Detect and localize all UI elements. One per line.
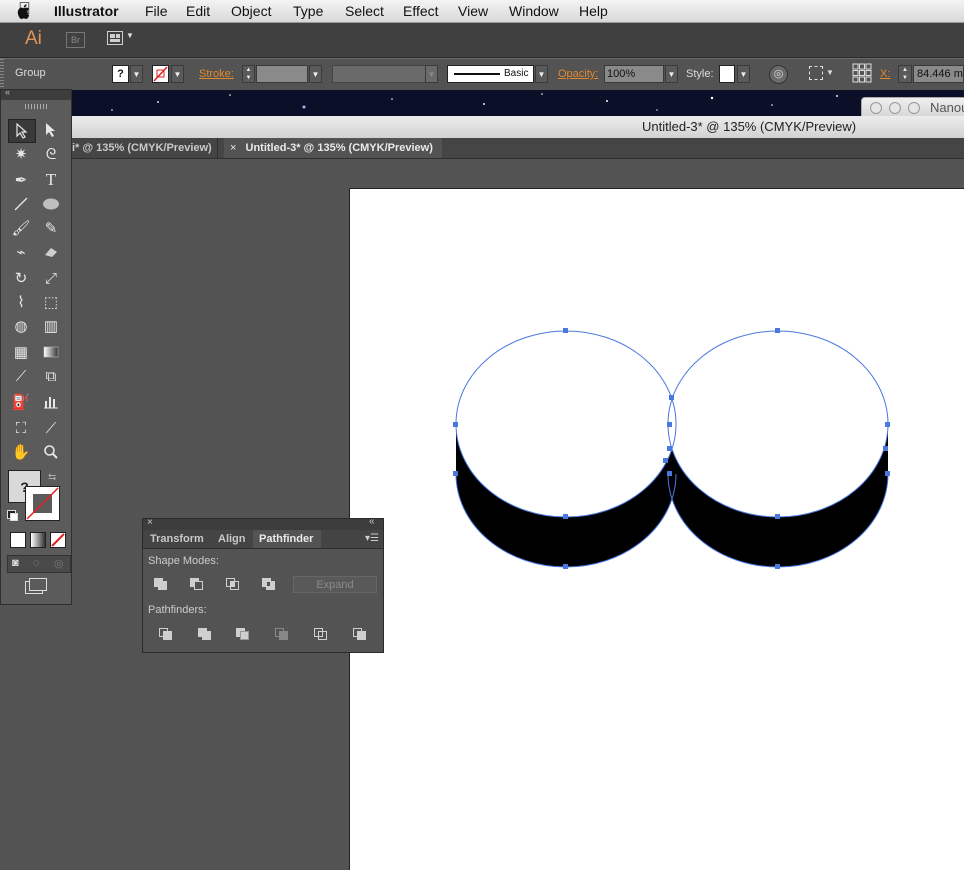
eraser-tool-icon[interactable] <box>38 241 64 263</box>
screen-mode-icon[interactable] <box>25 578 47 594</box>
right-ellipse[interactable] <box>668 331 888 517</box>
mesh-tool-icon[interactable]: ▦ <box>8 341 34 363</box>
blend-tool-icon[interactable]: ⧉ <box>38 365 64 387</box>
exclude-icon[interactable] <box>261 577 277 591</box>
perspective-grid-tool-icon[interactable]: ▥ <box>38 315 64 337</box>
crop-icon[interactable] <box>274 627 290 641</box>
merge-icon[interactable] <box>235 627 251 641</box>
scale-tool-icon[interactable]: ⤢ <box>38 267 64 289</box>
color-mode-icon[interactable] <box>10 532 26 548</box>
stroke-color-box[interactable] <box>25 486 60 521</box>
tools-panel: « ✷ ᘓ ✒ T 🖌 ✎ ⌁ ↻ ⤢ ⌇ ⬚ ◍ ▥ ▦ ⟋ ⧉ ⛽ ⛶ ⟋ … <box>0 87 72 605</box>
tools-panel-header[interactable]: « <box>1 87 71 100</box>
hand-tool-icon[interactable]: ✋ <box>8 441 34 463</box>
pen-tool-icon[interactable]: ✒ <box>8 169 34 191</box>
artwork-layer[interactable] <box>0 0 964 869</box>
shape-builder-tool-icon[interactable]: ◍ <box>8 315 34 337</box>
paintbrush-tool-icon[interactable]: 🖌 <box>8 217 34 239</box>
divide-icon[interactable] <box>158 627 174 641</box>
draw-inside-icon[interactable]: ◎ <box>54 557 64 570</box>
zoom-tool-icon[interactable] <box>38 441 64 463</box>
tab-transform[interactable]: Transform <box>150 530 204 548</box>
symbol-sprayer-tool-icon[interactable]: ⛽ <box>8 391 34 413</box>
rotate-tool-icon[interactable]: ↻ <box>8 267 34 289</box>
selection-tool-icon[interactable] <box>8 119 36 143</box>
expand-button[interactable]: Expand <box>293 576 377 593</box>
panel-menu-icon[interactable]: ▾☰ <box>365 533 379 544</box>
gradient-tool-icon[interactable] <box>38 341 64 363</box>
pencil-tool-icon[interactable]: ✎ <box>38 217 64 239</box>
ellipse-tool-icon[interactable] <box>38 193 64 215</box>
collapse-panel-icon[interactable]: « <box>5 87 10 97</box>
magic-wand-tool-icon[interactable]: ✷ <box>8 143 34 165</box>
pathfinders-label: Pathfinders: <box>148 604 207 616</box>
default-colors-icon[interactable] <box>7 510 18 521</box>
free-transform-tool-icon[interactable]: ⬚ <box>38 291 64 313</box>
left-ellipse[interactable] <box>456 331 676 517</box>
draw-normal-icon[interactable]: ◙ <box>12 557 19 569</box>
panel-header[interactable]: × « <box>143 516 383 530</box>
none-mode-icon[interactable] <box>50 532 66 548</box>
collapse-panel-icon[interactable]: « <box>369 516 375 527</box>
pathfinder-panel: × « Transform Align Pathfinder ▾☰ Shape … <box>142 516 384 653</box>
minus-back-icon[interactable] <box>352 627 368 641</box>
type-tool-icon[interactable]: T <box>38 169 64 191</box>
unite-icon[interactable] <box>153 577 169 591</box>
shape-modes-label: Shape Modes: <box>148 555 219 567</box>
close-panel-icon[interactable]: × <box>147 517 153 528</box>
gradient-mode-icon[interactable] <box>30 532 46 548</box>
tools-grip[interactable] <box>25 104 47 109</box>
tab-align[interactable]: Align <box>218 530 246 548</box>
draw-behind-icon[interactable]: ◌ <box>33 557 40 569</box>
direct-selection-tool-icon[interactable] <box>38 119 64 141</box>
blob-brush-tool-icon[interactable]: ⌁ <box>8 241 34 263</box>
line-tool-icon[interactable] <box>8 193 34 215</box>
outline-icon[interactable] <box>313 627 329 641</box>
trim-icon[interactable] <box>197 627 213 641</box>
tab-pathfinder[interactable]: Pathfinder <box>253 530 321 548</box>
swap-fill-stroke-icon[interactable]: ⇆ <box>48 472 56 483</box>
minus-front-icon[interactable] <box>189 577 205 591</box>
drawing-modes[interactable]: ◙ ◌ ◎ <box>7 555 71 573</box>
eyedropper-tool-icon[interactable]: ⟋ <box>8 365 34 387</box>
column-graph-tool-icon[interactable] <box>38 391 64 413</box>
width-tool-icon[interactable]: ⌇ <box>8 291 34 313</box>
artboard-tool-icon[interactable]: ⛶ <box>8 417 34 439</box>
intersect-icon[interactable] <box>225 577 241 591</box>
slice-tool-icon[interactable]: ⟋ <box>38 417 64 439</box>
lasso-tool-icon[interactable]: ᘓ <box>38 143 64 165</box>
